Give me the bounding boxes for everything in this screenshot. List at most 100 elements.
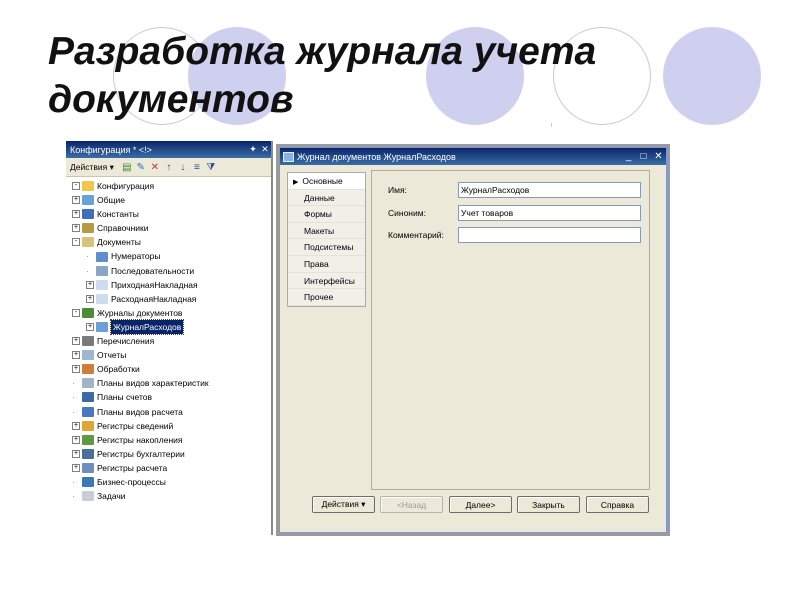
expand-icon[interactable]: + — [72, 365, 80, 374]
tree-item[interactable]: + Справочники — [66, 221, 271, 235]
add-icon[interactable]: ▤ — [122, 162, 132, 173]
tree-item[interactable]: · Нумераторы — [66, 249, 271, 263]
tree-item[interactable]: + РасходнаяНакладная — [66, 292, 271, 306]
tree-item-icon — [96, 279, 108, 290]
expand-icon[interactable]: + — [72, 449, 80, 458]
tree-item[interactable]: · Последовательности — [66, 264, 271, 278]
tree-item-icon — [82, 223, 94, 234]
tree-item[interactable]: + Регистры сведений — [66, 419, 271, 433]
nav-item[interactable]: Права — [288, 255, 365, 273]
name-input[interactable] — [458, 182, 641, 198]
nav-item-label: Подсистемы — [304, 242, 354, 253]
tree-item[interactable]: + Общие — [66, 193, 271, 207]
expand-icon[interactable]: + — [86, 280, 94, 289]
tree-item-label: Последовательности — [111, 265, 195, 276]
tree-item[interactable]: + Регистры накопления — [66, 433, 271, 447]
tree-item[interactable]: · Планы счетов — [66, 390, 271, 404]
tree-item-label: Планы счетов — [97, 392, 153, 403]
tree-item[interactable]: + Константы — [66, 207, 271, 221]
filter-icon[interactable]: ⧩ — [206, 162, 216, 173]
tree-item-label: Обработки — [97, 364, 140, 375]
tree-item[interactable]: + Обработки — [66, 362, 271, 376]
edit-icon[interactable]: ✎ — [136, 162, 146, 173]
collapse-icon[interactable]: - — [72, 238, 80, 247]
sort-icon[interactable]: ≡ — [192, 162, 202, 173]
tree-item[interactable]: - Конфигурация — [66, 179, 271, 193]
tree-item-icon — [82, 195, 94, 206]
tree-item-icon — [82, 392, 94, 403]
tree-item-icon — [82, 406, 94, 417]
expand-icon[interactable]: + — [72, 421, 80, 430]
nav-item-label: Основные — [302, 176, 343, 186]
pin-icon[interactable]: ✦ — [247, 144, 259, 155]
expand-icon[interactable]: + — [72, 224, 80, 233]
collapse-icon[interactable]: - — [72, 308, 80, 317]
actions-button[interactable]: Действия ▾ — [312, 496, 375, 513]
nav-item[interactable]: Подсистемы — [288, 239, 365, 256]
tree-item[interactable]: - Журналы документов — [66, 306, 271, 320]
move-up-icon[interactable]: ↑ — [164, 162, 174, 173]
expand-icon[interactable]: + — [86, 322, 94, 331]
tree-item-icon — [82, 350, 94, 361]
nav-item[interactable]: Макеты — [288, 222, 365, 240]
tree-item-label: Планы видов характеристик — [97, 378, 209, 389]
tree-item-icon — [82, 237, 94, 248]
expand-icon[interactable]: + — [86, 294, 94, 303]
form-content-pane: Имя: Синоним: Комментарий: — [371, 170, 650, 490]
nav-item[interactable]: Данные — [288, 189, 365, 207]
expand-icon[interactable]: + — [72, 463, 80, 472]
tree-item-icon — [96, 293, 108, 304]
tree-item[interactable]: + Регистры расчета — [66, 461, 271, 475]
nav-item[interactable]: Основные — [288, 173, 365, 190]
tree-item-icon — [82, 491, 94, 502]
tree-item[interactable]: + Перечисления — [66, 334, 271, 348]
collapse-icon[interactable]: - — [72, 182, 80, 191]
tree-item[interactable]: + ПриходнаяНакладная — [66, 278, 271, 292]
nav-item-label: Интерфейсы — [304, 275, 355, 286]
tree-item[interactable]: · Планы видов характеристик — [66, 376, 271, 390]
nav-item[interactable]: Формы — [288, 206, 365, 223]
tree-item[interactable]: + Регистры бухгалтерии — [66, 447, 271, 461]
tree-item[interactable]: · Бизнес-процессы — [66, 475, 271, 489]
next-button[interactable]: Далее> — [449, 496, 512, 513]
synonym-input[interactable] — [458, 205, 641, 221]
nav-item-label: Прочее — [304, 292, 334, 303]
nav-item[interactable]: Интерфейсы — [288, 272, 365, 290]
tree-item-icon — [82, 448, 94, 459]
close-icon[interactable]: ✕ — [651, 151, 666, 162]
actions-menu-button[interactable]: Действия ▾ — [70, 162, 114, 173]
tree-item-icon — [82, 209, 94, 220]
tree-item-icon — [82, 336, 94, 347]
minimize-icon[interactable]: _ — [621, 151, 636, 162]
back-button[interactable]: <Назад — [380, 496, 443, 513]
help-button[interactable]: Справка — [586, 496, 649, 513]
delete-icon[interactable]: ✕ — [150, 162, 160, 173]
slide-title-line-1: Разработка журнала учета — [48, 30, 597, 73]
nav-item[interactable]: Прочее — [288, 289, 365, 306]
configuration-toolbar: Действия ▾ ▤ ✎ ✕ ↑ ↓ ≡ ⧩ — [66, 158, 271, 177]
move-down-icon[interactable]: ↓ — [178, 162, 188, 173]
maximize-icon[interactable]: □ — [636, 151, 651, 162]
decor-circle-3 — [663, 27, 761, 125]
name-field-row: Имя: — [388, 182, 641, 198]
tree-item[interactable]: + Отчеты — [66, 348, 271, 362]
tree-item[interactable]: · Задачи — [66, 489, 271, 503]
expand-icon[interactable]: + — [72, 435, 80, 444]
tree-item-icon — [82, 181, 94, 192]
expand-icon[interactable]: + — [72, 351, 80, 360]
comment-input[interactable] — [458, 227, 641, 243]
tree-item[interactable]: · Планы видов расчета — [66, 405, 271, 419]
tree-item[interactable]: + ЖурналРасходов — [66, 318, 271, 336]
expand-icon[interactable]: + — [72, 210, 80, 219]
expand-icon[interactable]: + — [72, 337, 80, 346]
tree-item-label: Регистры сведений — [97, 420, 174, 431]
name-label: Имя: — [388, 185, 407, 195]
comment-field-row: Комментарий: — [388, 227, 641, 243]
form-title: Журнал документов ЖурналРасходов — [297, 151, 456, 162]
tree-item[interactable]: - Документы — [66, 235, 271, 249]
tree-item-icon — [82, 477, 94, 488]
close-button[interactable]: Закрыть — [517, 496, 580, 513]
close-icon[interactable]: ✕ — [259, 144, 271, 155]
synonym-label: Синоним: — [388, 208, 426, 218]
expand-icon[interactable]: + — [72, 196, 80, 205]
